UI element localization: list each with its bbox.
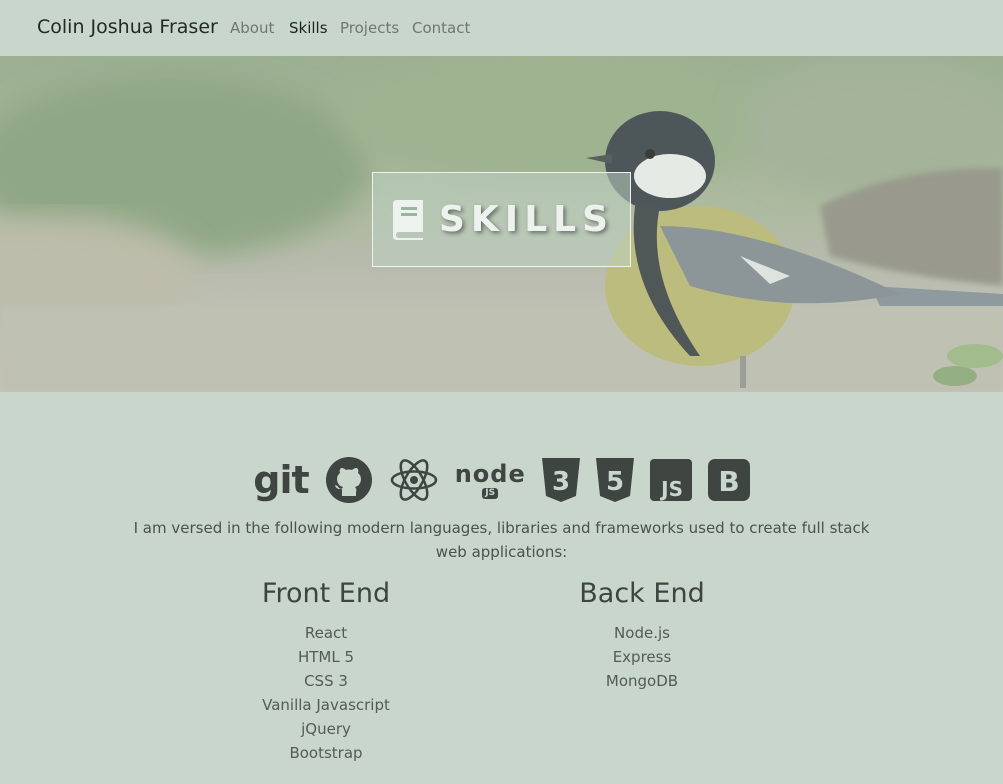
list-item: CSS 3 <box>304 672 348 690</box>
nodejs-icon: node JS <box>454 459 526 499</box>
svg-text:3: 3 <box>552 467 570 497</box>
nav-link-projects[interactable]: Projects <box>340 19 399 37</box>
back-end-column: Back End Node.js Express MongoDB <box>566 578 718 693</box>
skills-icons-row: git node JS 3 5 JS B <box>0 456 1003 504</box>
css3-icon: 3 <box>541 456 580 504</box>
navbar: Colin Joshua Fraser About Skills Project… <box>0 0 1003 56</box>
skills-intro-text: I am versed in the following modern lang… <box>133 519 870 561</box>
list-item: React <box>304 624 348 642</box>
github-icon <box>325 456 373 504</box>
hero-title: SKILLS <box>438 199 615 240</box>
javascript-icon: JS <box>649 456 692 504</box>
react-icon <box>389 456 439 504</box>
svg-text:5: 5 <box>606 467 624 497</box>
list-item: Vanilla Javascript <box>262 696 390 714</box>
nav-link-about[interactable]: About <box>230 19 274 37</box>
list-item: HTML 5 <box>297 648 355 666</box>
list-item: Node.js <box>614 624 670 642</box>
nav-link-skills[interactable]: Skills <box>289 19 328 37</box>
front-end-heading: Front End <box>261 578 391 609</box>
book-icon <box>392 199 423 240</box>
list-item: Express <box>612 648 672 666</box>
front-end-column: Front End React HTML 5 CSS 3 Vanilla Jav… <box>246 578 406 765</box>
bootstrap-icon: B <box>707 456 750 504</box>
list-item: jQuery <box>301 720 351 738</box>
back-end-heading: Back End <box>579 578 705 609</box>
hero-banner: SKILLS <box>0 56 1003 392</box>
front-end-list: React HTML 5 CSS 3 Vanilla Javascript jQ… <box>246 621 406 765</box>
nav-link-contact[interactable]: Contact <box>412 19 470 37</box>
list-item: Bootstrap <box>289 744 363 762</box>
svg-text:B: B <box>718 465 739 498</box>
html5-icon: 5 <box>595 456 634 504</box>
git-icon: git <box>253 458 309 502</box>
brand-link[interactable]: Colin Joshua Fraser <box>37 16 218 38</box>
svg-text:JS: JS <box>659 477 683 501</box>
hero-title-box: SKILLS <box>372 172 631 267</box>
back-end-list: Node.js Express MongoDB <box>566 621 718 693</box>
list-item: MongoDB <box>605 672 679 690</box>
